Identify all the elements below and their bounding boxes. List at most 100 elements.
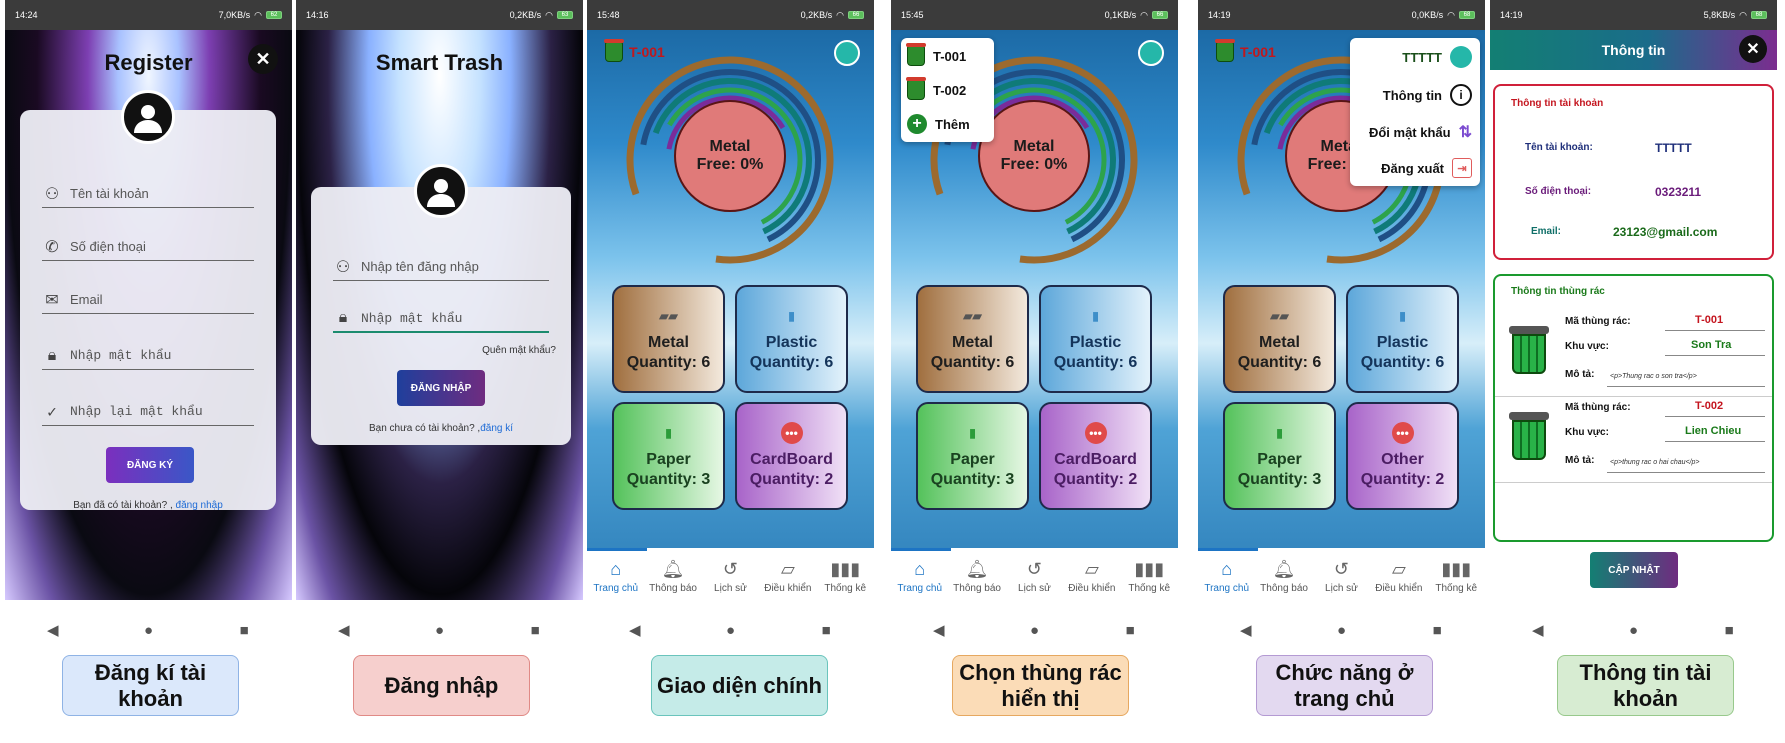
metal-bars-icon: ▰▰ [1270, 309, 1289, 323]
tab-notifications[interactable]: 🔔︎ Thông báo [949, 558, 1005, 594]
plus-icon: + [907, 114, 927, 134]
tab-home[interactable]: ⌂ Trang chủ [892, 558, 948, 594]
password-field[interactable]: 🔒︎ Nhập mật khẩu [42, 342, 254, 370]
recents-icon[interactable]: ■ [1402, 622, 1472, 639]
divider [1665, 330, 1765, 331]
tab-control[interactable]: ▱ Điều khiển [760, 558, 816, 594]
trash-bin-icon [906, 43, 926, 66]
home-functions-screen: T-001 Metal Free: 0% TTTTT Thông tin i Đổ… [1198, 30, 1485, 600]
back-icon[interactable]: ◀ [600, 621, 670, 639]
menu-item-change-password[interactable]: Đổi mật khẩu ⇅ [1358, 122, 1472, 142]
close-icon[interactable]: ✕ [248, 44, 278, 74]
home-icon[interactable]: ● [113, 622, 183, 639]
fill-gauge-center: Metal Free: 0% [978, 100, 1090, 212]
wifi-icon: ◠ [836, 9, 844, 20]
tile-metal[interactable]: ▰▰ Metal Quantity: 6 [916, 285, 1029, 393]
history-icon: ↺ [1026, 559, 1043, 579]
menu-item-bin-2[interactable]: T-002 [906, 77, 988, 100]
confirm-password-field[interactable]: ✓ Nhập lại mật khẩu [42, 398, 254, 426]
username-placeholder: Nhập tên đăng nhập [361, 259, 479, 274]
back-icon[interactable]: ◀ [309, 621, 379, 639]
username-field[interactable]: ⚇ Nhập tên đăng nhập [333, 253, 549, 281]
tab-home[interactable]: ⌂ Trang chủ [1199, 558, 1255, 594]
status-bar: 15:48 0,2KB/s ◠ 66 [587, 0, 874, 30]
close-icon[interactable]: ✕ [1739, 35, 1767, 63]
register-link[interactable]: đăng kí [480, 423, 513, 434]
phone-value: 0323211 [1655, 185, 1702, 199]
home-icon[interactable]: ● [1306, 622, 1376, 639]
tile-label: CardBoard [750, 451, 833, 468]
remote-icon: ▱ [1084, 559, 1099, 579]
back-icon[interactable]: ◀ [904, 621, 974, 639]
tile-paper[interactable]: ▮ Paper Quantity: 3 [916, 402, 1029, 510]
tile-paper[interactable]: ▮ Paper Quantity: 3 [1223, 402, 1336, 510]
tile-plastic[interactable]: ▮ Plastic Quantity: 6 [1039, 285, 1152, 393]
home-icon[interactable]: ● [1598, 622, 1668, 639]
home-icon[interactable]: ● [999, 622, 1069, 639]
lock-icon: 🔒︎ [47, 346, 57, 365]
tile-other[interactable]: ••• Other Quantity: 2 [1346, 402, 1459, 510]
tab-label: Lịch sử [714, 583, 747, 594]
divider [1665, 441, 1765, 442]
tab-notifications[interactable]: 🔔︎ Thông báo [1256, 558, 1312, 594]
document-icon: ▮ [1276, 426, 1283, 440]
tab-stats[interactable]: ▮▮▮ Thống kê [1121, 558, 1177, 594]
back-icon[interactable]: ◀ [1503, 621, 1573, 639]
recents-icon[interactable]: ■ [1694, 622, 1764, 639]
tab-label: Thống kê [1435, 583, 1478, 594]
recents-icon[interactable]: ■ [209, 622, 279, 639]
menu-item-bin-1[interactable]: T-001 [906, 43, 988, 66]
tab-stats[interactable]: ▮▮▮ Thống kê [817, 558, 873, 594]
status-bar: 14:16 0,2KB/s ◠ 63 [296, 0, 583, 30]
recents-icon[interactable]: ■ [791, 622, 861, 639]
back-icon[interactable]: ◀ [1211, 621, 1281, 639]
forgot-password-link[interactable]: Quên mật khẩu? [482, 345, 556, 356]
tile-label: Plastic [765, 334, 818, 351]
login-link[interactable]: đăng nhập [176, 500, 223, 511]
phone-field[interactable]: ✆ Số điện thoại [42, 233, 254, 261]
tab-history[interactable]: ↺ Lịch sử [1006, 558, 1062, 594]
email-placeholder: Email [70, 292, 103, 307]
caption-home-functions: Chức năng ở trang chủ [1256, 655, 1433, 716]
divider [1665, 416, 1765, 417]
tab-history[interactable]: ↺ Lịch sử [702, 558, 758, 594]
recents-icon[interactable]: ■ [1095, 622, 1165, 639]
tab-control[interactable]: ▱ Điều khiển [1064, 558, 1120, 594]
menu-item-info[interactable]: Thông tin i [1358, 84, 1472, 106]
tile-plastic[interactable]: ▮ Plastic Quantity: 6 [1346, 285, 1459, 393]
menu-item-add[interactable]: + Thêm [907, 114, 988, 134]
tab-notifications[interactable]: 🔔︎ Thông báo [645, 558, 701, 594]
home-icon: ⌂ [914, 559, 926, 579]
back-icon[interactable]: ◀ [18, 621, 88, 639]
tile-cardboard[interactable]: ••• CardBoard Quantity: 2 [1039, 402, 1152, 510]
register-button[interactable]: ĐĂNG KÝ [106, 447, 194, 483]
menu-item-logout[interactable]: Đăng xuất ⇥ [1358, 158, 1472, 178]
tile-plastic[interactable]: ▮ Plastic Quantity: 6 [735, 285, 848, 393]
tab-control[interactable]: ▱ Điều khiển [1371, 558, 1427, 594]
login-prompt: Bạn đã có tài khoản? , đăng nhập [20, 500, 276, 511]
gauge-label: Metal [1013, 138, 1055, 155]
tile-cardboard[interactable]: ••• CardBoard Quantity: 2 [735, 402, 848, 510]
tile-metal[interactable]: ▰▰ Metal Quantity: 6 [612, 285, 725, 393]
recents-icon[interactable]: ■ [500, 622, 570, 639]
bin-dropdown-menu: T-001 T-002 + Thêm [901, 38, 994, 142]
bottom-nav: ⌂ Trang chủ 🔔︎ Thông báo ↺ Lịch sử ▱ Điều kh… [587, 548, 874, 600]
tile-paper[interactable]: ▮ Paper Quantity: 3 [612, 402, 725, 510]
home-icon[interactable]: ● [695, 622, 765, 639]
tab-stats[interactable]: ▮▮▮ Thống kê [1428, 558, 1484, 594]
password-field[interactable]: 🔒︎ Nhập mật khẩu [333, 305, 549, 333]
update-button[interactable]: CẬP NHẬT [1590, 552, 1678, 588]
email-field[interactable]: ✉ Email [42, 286, 254, 314]
tab-home[interactable]: ⌂ Trang chủ [588, 558, 644, 594]
login-button[interactable]: ĐĂNG NHẬP [397, 370, 485, 406]
tile-metal[interactable]: ▰▰ Metal Quantity: 6 [1223, 285, 1336, 393]
field-label: Tên tài khoản: [1525, 142, 1593, 153]
username-field[interactable]: ⚇ Tên tài khoản [42, 180, 254, 208]
home-icon[interactable]: ● [404, 622, 474, 639]
tile-label: Paper [950, 451, 995, 468]
tab-history[interactable]: ↺ Lịch sử [1313, 558, 1369, 594]
tile-quantity: Quantity: 6 [1053, 354, 1138, 371]
menu-item-username[interactable]: TTTTT [1358, 46, 1472, 68]
wifi-icon: ◠ [1447, 9, 1455, 20]
green-trash-bin-icon [1509, 412, 1549, 460]
